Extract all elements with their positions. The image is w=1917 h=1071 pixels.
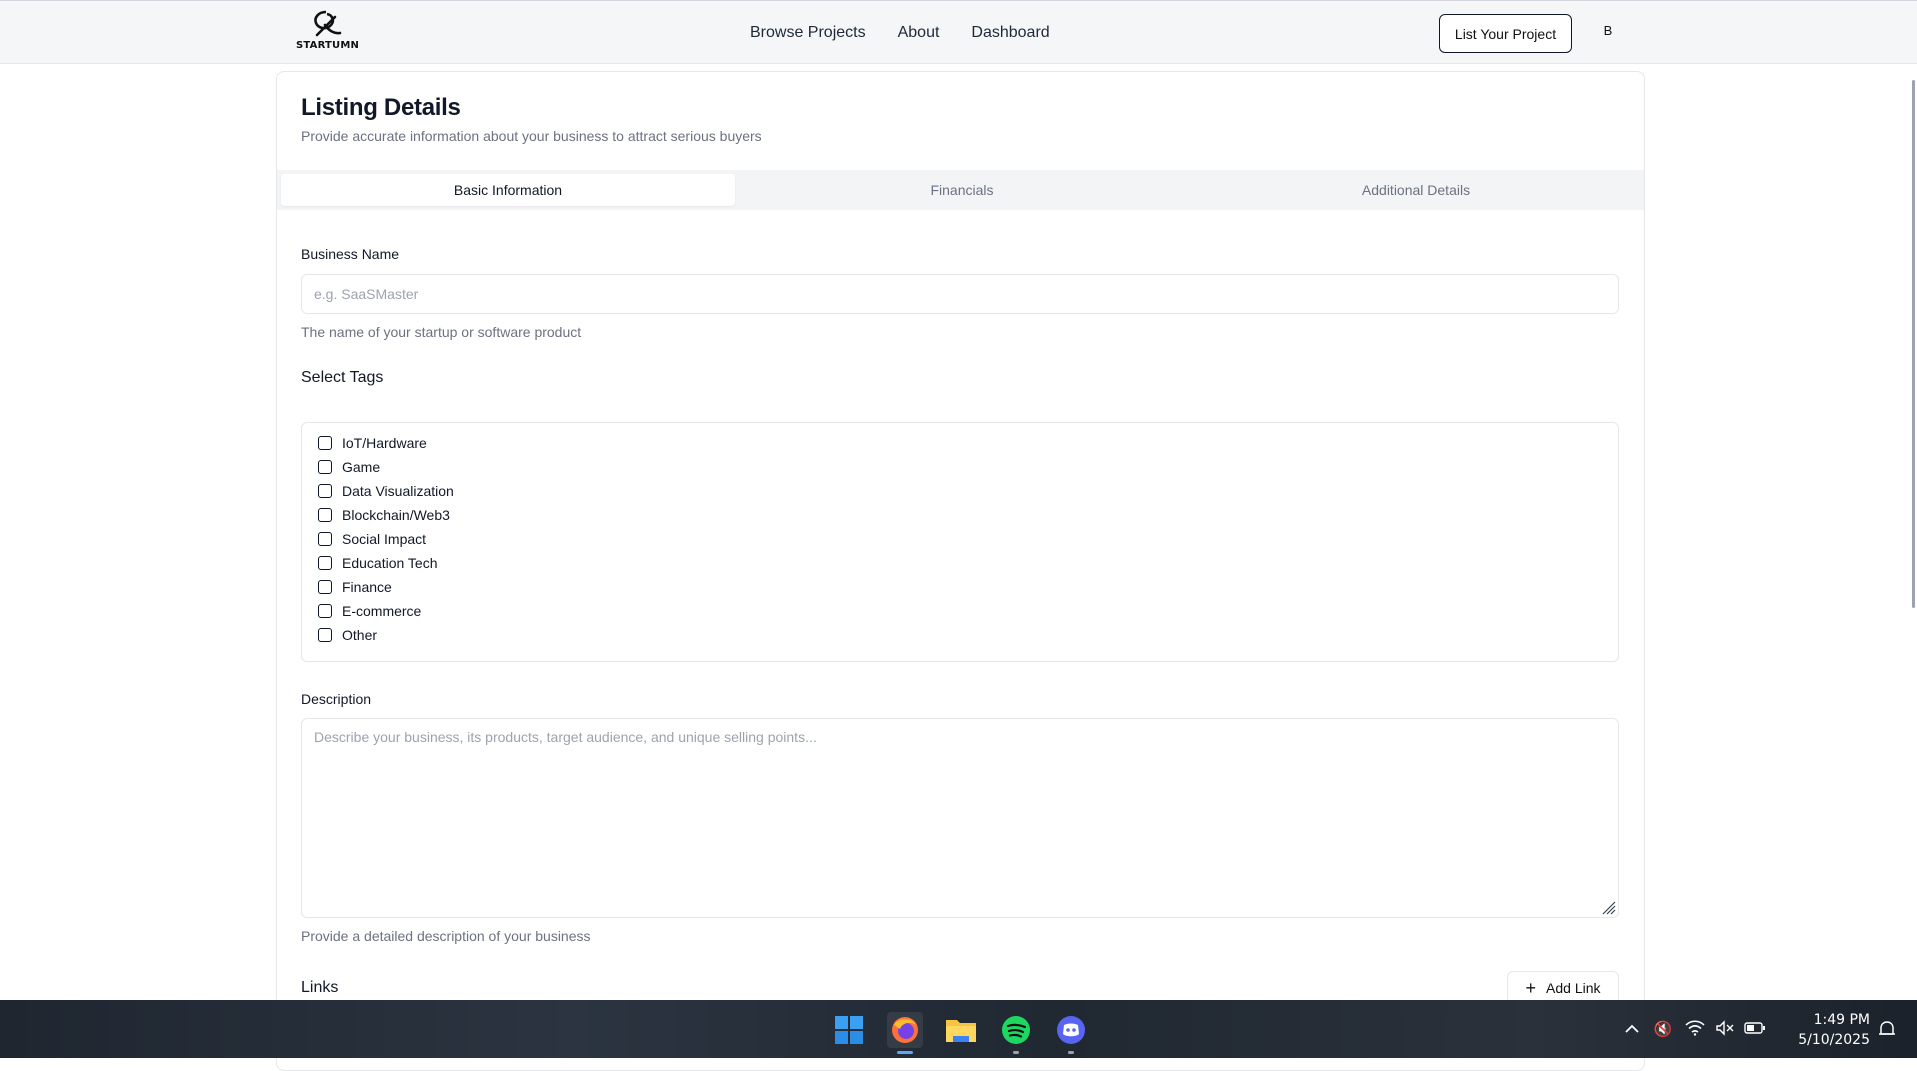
tags-title: Select Tags <box>301 369 384 386</box>
tab-financials[interactable]: Financials <box>735 174 1189 206</box>
windows-taskbar: 🔇 1:49 PM 5/10/2025 <box>0 1000 1917 1058</box>
clock-date: 5/10/2025 <box>1798 1032 1870 1048</box>
tag-label: E-commerce <box>342 603 422 619</box>
description-help: Provide a detailed description of your b… <box>301 928 591 944</box>
volume-muted-icon[interactable] <box>1710 1019 1740 1039</box>
tag-option[interactable]: E-commerce <box>318 599 454 623</box>
nav-dashboard[interactable]: Dashboard <box>971 24 1049 42</box>
page-title: Listing Details <box>301 94 461 121</box>
page-subtitle: Provide accurate information about your … <box>301 128 762 144</box>
tag-option[interactable]: Data Visualization <box>318 479 454 503</box>
tag-option[interactable]: Education Tech <box>318 551 454 575</box>
tag-label: Game <box>342 459 381 475</box>
checkbox[interactable] <box>318 484 332 498</box>
tag-option[interactable]: Finance <box>318 575 454 599</box>
running-indicator <box>1013 1051 1019 1054</box>
tag-label: IoT/Hardware <box>342 435 427 451</box>
logo-icon <box>314 10 342 37</box>
clock-time: 1:49 PM <box>1813 1012 1870 1028</box>
checkbox[interactable] <box>318 628 332 642</box>
tag-option[interactable]: IoT/Hardware <box>318 431 454 455</box>
tag-label: Data Visualization <box>342 483 454 499</box>
list-your-project-button[interactable]: List Your Project <box>1439 14 1572 53</box>
checkbox[interactable] <box>318 460 332 474</box>
system-tray: 🔇 <box>1618 1000 1770 1058</box>
checkbox[interactable] <box>318 556 332 570</box>
tags-list[interactable]: IoT/Hardware Game Data Visualization Blo… <box>301 422 1619 662</box>
brand-logo[interactable]: STARTUMN <box>296 9 360 55</box>
form-tabs: Basic Information Financials Additional … <box>277 170 1644 210</box>
chevron-up-icon[interactable] <box>1618 1021 1646 1037</box>
business-name-label: Business Name <box>301 246 400 262</box>
active-indicator <box>897 1051 913 1054</box>
links-title: Links <box>301 979 339 996</box>
speaker-muted-icon[interactable]: 🔇 <box>1646 1020 1680 1038</box>
spotify-icon[interactable] <box>998 1012 1034 1054</box>
running-indicator <box>1068 1051 1074 1054</box>
discord-icon[interactable] <box>1053 1012 1089 1054</box>
checkbox[interactable] <box>318 532 332 546</box>
tag-option[interactable]: Other <box>318 623 454 647</box>
tab-additional-details[interactable]: Additional Details <box>1189 174 1643 206</box>
taskbar-clock[interactable]: 1:49 PM 5/10/2025 <box>1790 1010 1870 1050</box>
tag-option[interactable]: Blockchain/Web3 <box>318 503 454 527</box>
tab-basic-information[interactable]: Basic Information <box>281 174 735 206</box>
business-name-input[interactable] <box>301 274 1619 314</box>
plus-icon: + <box>1525 978 1537 998</box>
nav-about[interactable]: About <box>898 24 940 42</box>
file-explorer-icon[interactable] <box>943 1012 979 1048</box>
checkbox[interactable] <box>318 436 332 450</box>
user-avatar[interactable]: B <box>1600 23 1616 43</box>
checkbox[interactable] <box>318 604 332 618</box>
add-link-label: Add Link <box>1546 980 1601 996</box>
checkbox[interactable] <box>318 508 332 522</box>
tag-option[interactable]: Game <box>318 455 454 479</box>
firefox-icon[interactable] <box>887 1012 923 1054</box>
battery-icon[interactable] <box>1740 1021 1770 1038</box>
wifi-icon[interactable] <box>1680 1019 1710 1039</box>
tag-label: Blockchain/Web3 <box>342 507 450 523</box>
tag-label: Finance <box>342 579 392 595</box>
description-textarea[interactable] <box>301 718 1619 918</box>
page-scrollbar[interactable] <box>1912 80 1915 608</box>
tag-label: Education Tech <box>342 555 438 571</box>
checkbox[interactable] <box>318 580 332 594</box>
description-label: Description <box>301 691 372 707</box>
tag-label: Other <box>342 627 378 643</box>
start-icon[interactable] <box>831 1012 867 1048</box>
top-navbar: STARTUMN Browse Projects About Dashboard… <box>0 0 1917 64</box>
brand-name: STARTUMN <box>296 40 360 51</box>
business-name-help: The name of your startup or software pro… <box>301 324 582 340</box>
main-nav: Browse Projects About Dashboard <box>750 1 1082 65</box>
tag-label: Social Impact <box>342 531 427 547</box>
notification-icon[interactable] <box>1877 1019 1897 1039</box>
resize-handle-icon[interactable] <box>1600 899 1616 915</box>
tag-option[interactable]: Social Impact <box>318 527 454 551</box>
nav-browse-projects[interactable]: Browse Projects <box>750 24 866 42</box>
